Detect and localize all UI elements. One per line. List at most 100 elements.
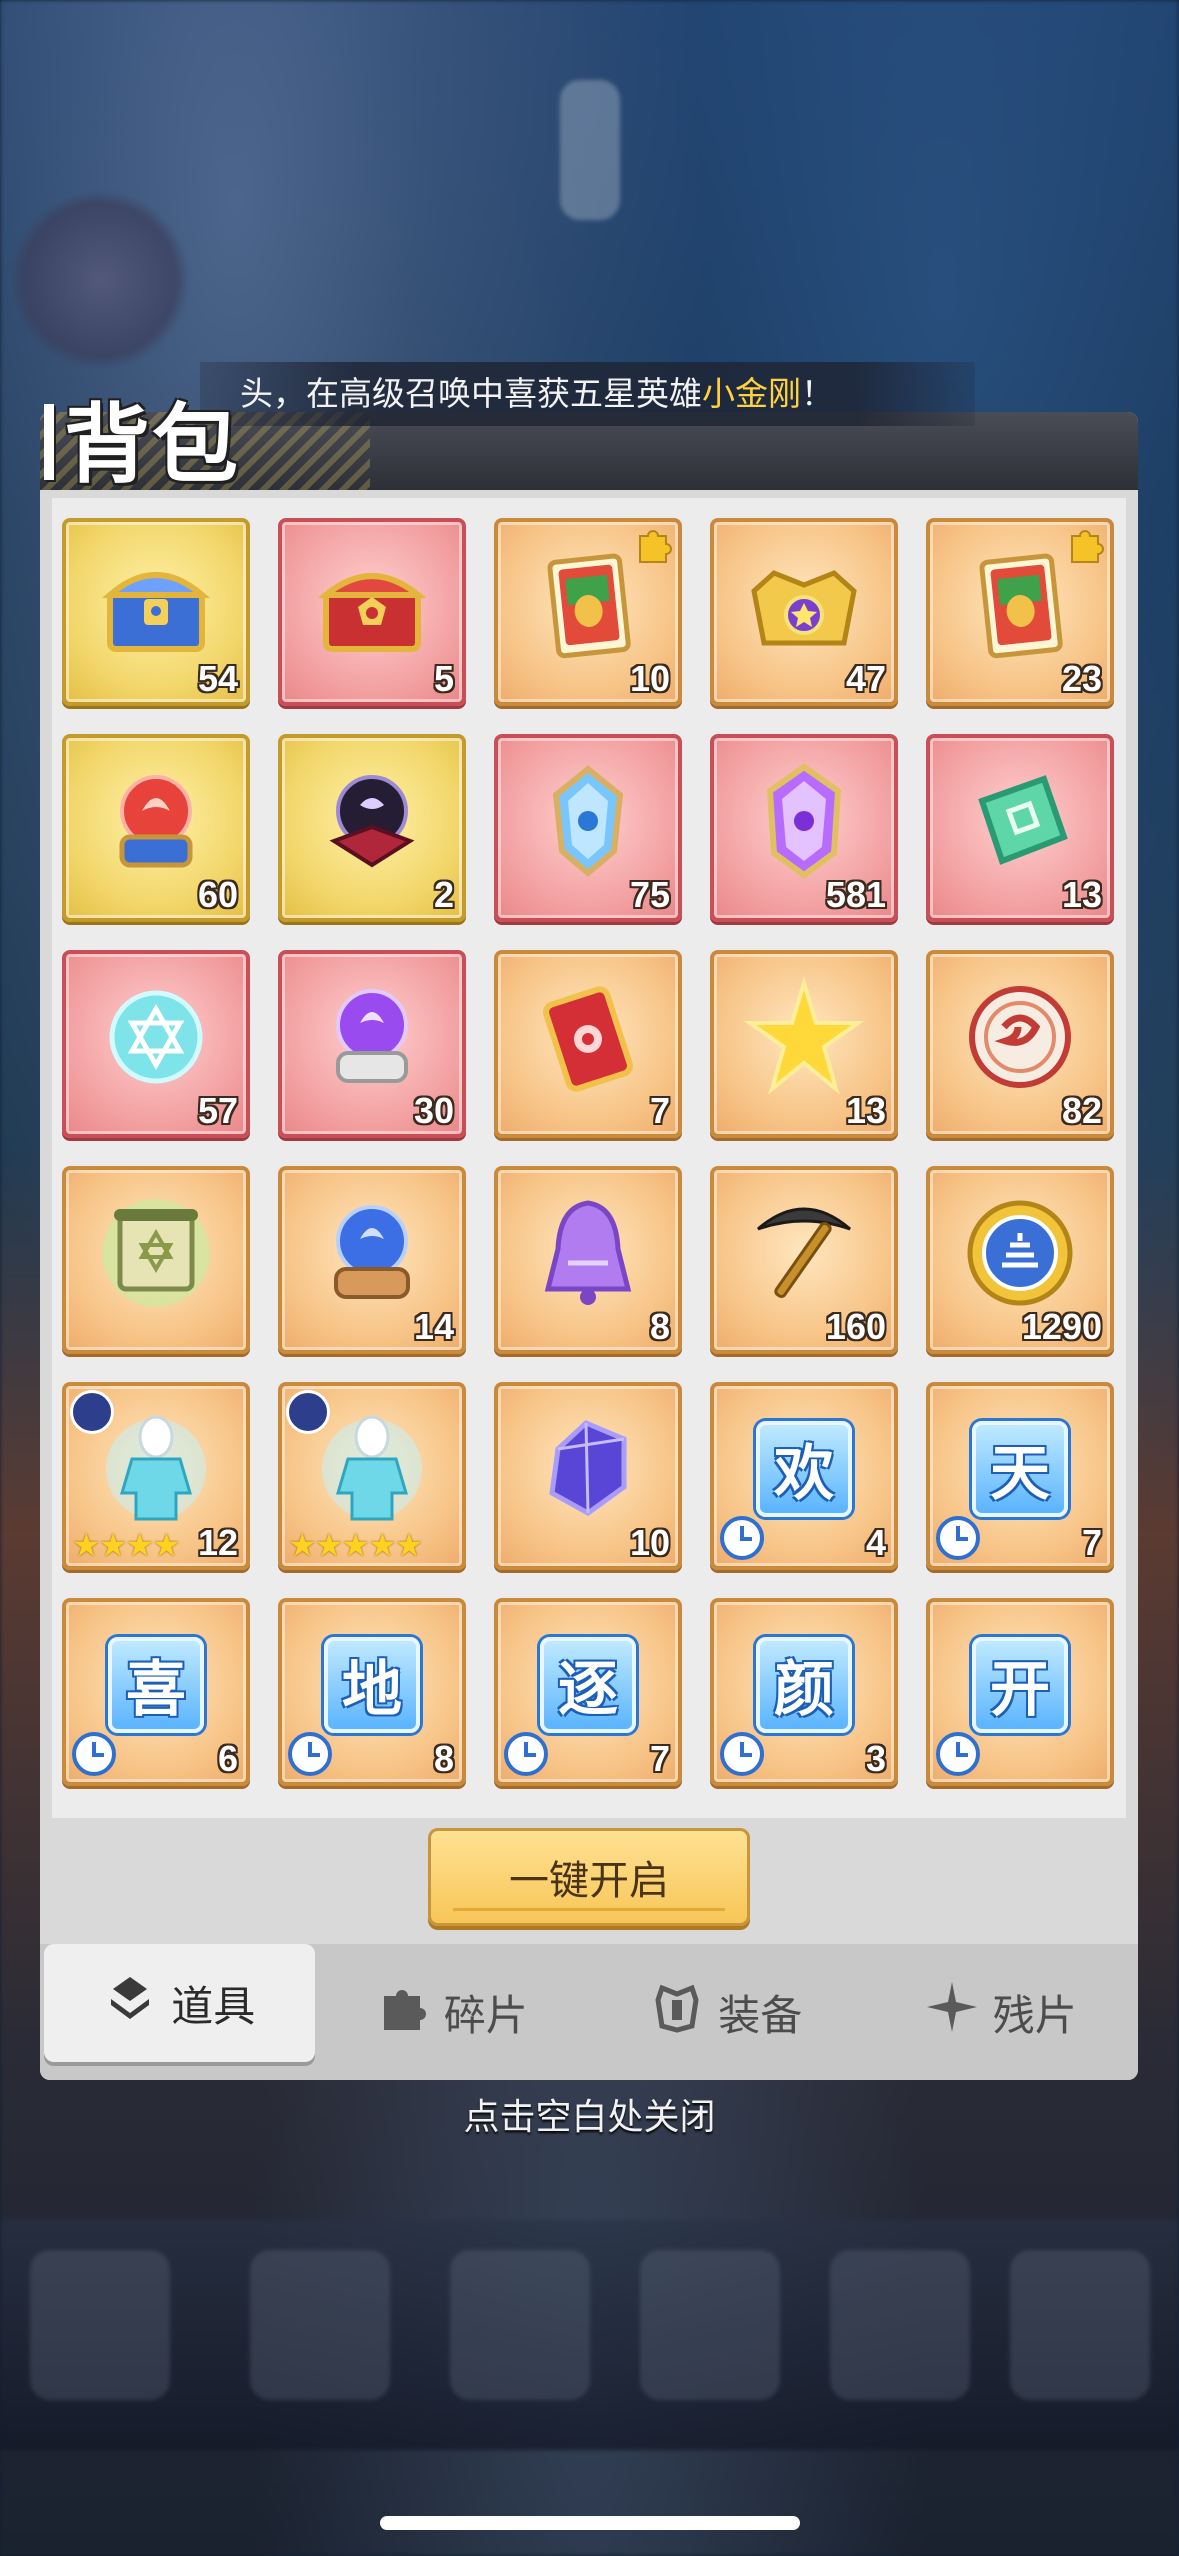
word-tile: 颜 — [756, 1636, 852, 1733]
star-rating: ★★★★ — [72, 1527, 181, 1563]
inventory-slot[interactable]: 82 — [926, 950, 1114, 1138]
inventory-slot[interactable]: 开 — [926, 1598, 1114, 1786]
clock-icon — [936, 1516, 980, 1560]
red-orb-stand-icon — [96, 761, 216, 881]
hero-card-fragment-icon — [960, 545, 1080, 665]
item-count: 2 — [433, 874, 454, 915]
word-tile-icon: 欢 — [744, 1409, 864, 1529]
tab-label: 道具 — [171, 1982, 256, 2030]
inventory-slot[interactable]: 160 — [710, 1166, 898, 1354]
fragment-badge-icon — [634, 524, 674, 564]
word-tile: 逐 — [540, 1636, 636, 1733]
inventory-slot[interactable]: 8 — [494, 1166, 682, 1354]
item-count: 5 — [433, 658, 454, 699]
clock-icon — [504, 1732, 548, 1776]
item-bag-icon — [103, 1971, 157, 2035]
inventory-slot[interactable]: 7 — [494, 950, 682, 1138]
tab-items[interactable]: 道具 — [44, 1944, 315, 2062]
word-tile: 欢 — [756, 1420, 852, 1517]
broadcast-notice: 头，在高级召唤中喜获五星英雄小金刚！ — [200, 362, 975, 426]
pickaxe-icon — [744, 1193, 864, 1313]
item-grid-area: 54 5 10 47 23 60 2 75 581 13 57 30 7 13 82 14 8 160 1290 ★★… — [52, 498, 1126, 1818]
item-count: 30 — [413, 1090, 454, 1131]
scroll-icon — [96, 1193, 216, 1313]
tab-shards[interactable]: 残片 — [864, 1944, 1139, 2080]
clock-icon — [72, 1732, 116, 1776]
clock-icon — [720, 1516, 764, 1560]
inventory-slot[interactable]: 5 — [278, 518, 466, 706]
tab-label: 残片 — [992, 1991, 1077, 2039]
blue-crystal-icon — [528, 761, 648, 881]
item-count: 6 — [217, 1738, 238, 1779]
inventory-slot[interactable]: 13 — [710, 950, 898, 1138]
word-tile: 天 — [972, 1420, 1068, 1517]
inventory-slot[interactable]: 47 — [710, 518, 898, 706]
inventory-slot[interactable]: 地8 — [278, 1598, 466, 1786]
item-count: 3 — [865, 1738, 886, 1779]
hero-card-fragment-icon — [528, 545, 648, 665]
red-envelope-ticket-icon — [528, 977, 648, 1097]
tab-fragments[interactable]: 碎片 — [315, 1944, 590, 2080]
inventory-slot[interactable] — [62, 1166, 250, 1354]
item-count: 14 — [413, 1306, 454, 1347]
word-tile-icon: 地 — [312, 1625, 432, 1745]
inventory-slot[interactable]: 10 — [494, 1382, 682, 1570]
inventory-slot[interactable]: 13 — [926, 734, 1114, 922]
bag-title: 背包 — [44, 374, 240, 499]
home-indicator — [380, 2516, 800, 2530]
inventory-panel: 54 5 10 47 23 60 2 75 581 13 57 30 7 13 82 14 8 160 1290 ★★… — [40, 412, 1138, 2080]
clock-icon — [936, 1732, 980, 1776]
clock-icon — [288, 1732, 332, 1776]
word-tile-icon: 喜 — [96, 1625, 216, 1745]
inventory-slot[interactable]: 10 — [494, 518, 682, 706]
item-count: 8 — [649, 1306, 670, 1347]
purple-orb-stand-icon — [312, 977, 432, 1097]
blue-gold-treasure-chest-icon — [96, 545, 216, 665]
inventory-slot[interactable]: 30 — [278, 950, 466, 1138]
item-count: 7 — [649, 1090, 670, 1131]
dark-orb-stand-icon — [312, 761, 432, 881]
puzzle-icon — [376, 1980, 430, 2044]
hexagram-orb-icon — [96, 977, 216, 1097]
word-tile-icon: 颜 — [744, 1625, 864, 1745]
inventory-slot[interactable]: 581 — [710, 734, 898, 922]
inventory-slot[interactable]: 颜3 — [710, 1598, 898, 1786]
inventory-slot[interactable]: 天7 — [926, 1382, 1114, 1570]
tab-equipment[interactable]: 装备 — [589, 1944, 864, 2080]
star-rating: ★★★★★ — [288, 1527, 423, 1563]
word-tile-icon: 逐 — [528, 1625, 648, 1745]
inventory-slot[interactable]: 逐7 — [494, 1598, 682, 1786]
purple-crystal-icon — [744, 761, 864, 881]
item-count: 160 — [825, 1306, 886, 1347]
clock-icon — [720, 1732, 764, 1776]
item-count: 47 — [845, 658, 886, 699]
tab-label: 碎片 — [443, 1991, 528, 2039]
inventory-slot[interactable]: 57 — [62, 950, 250, 1138]
item-count: 12 — [197, 1522, 238, 1563]
item-count: 8 — [433, 1738, 454, 1779]
inventory-slot[interactable]: ★★★★★ — [278, 1382, 466, 1570]
word-tile-icon: 天 — [960, 1409, 1080, 1529]
notice-text: 头，在高级召唤中喜获五星英雄 — [240, 375, 702, 412]
inventory-slot[interactable]: 1290 — [926, 1166, 1114, 1354]
item-count: 75 — [629, 874, 670, 915]
inventory-slot[interactable]: 喜6 — [62, 1598, 250, 1786]
item-count: 7 — [649, 1738, 670, 1779]
inventory-slot[interactable]: 欢4 — [710, 1382, 898, 1570]
inventory-slot[interactable]: 23 — [926, 518, 1114, 706]
inventory-slot[interactable]: 2 — [278, 734, 466, 922]
word-tile-icon: 开 — [960, 1625, 1080, 1745]
inventory-slot[interactable]: 75 — [494, 734, 682, 922]
inventory-slot[interactable]: 60 — [62, 734, 250, 922]
gold-star-icon — [744, 976, 864, 1097]
inventory-slot[interactable]: 14 — [278, 1166, 466, 1354]
armor-icon — [650, 1980, 704, 2044]
inventory-slot[interactable]: 54 — [62, 518, 250, 706]
fragment-badge-icon — [1066, 524, 1106, 564]
close-hint[interactable]: 点击空白处关闭 — [0, 2088, 1179, 2140]
faction-badge-icon — [286, 1390, 330, 1434]
gold-coin-icon — [960, 1193, 1080, 1313]
inventory-slot[interactable]: ★★★★ 12 — [62, 1382, 250, 1570]
open-all-button[interactable]: 一键开启 — [428, 1828, 750, 1926]
category-tabs: 道具 碎片 装备 残片 — [40, 1944, 1138, 2080]
